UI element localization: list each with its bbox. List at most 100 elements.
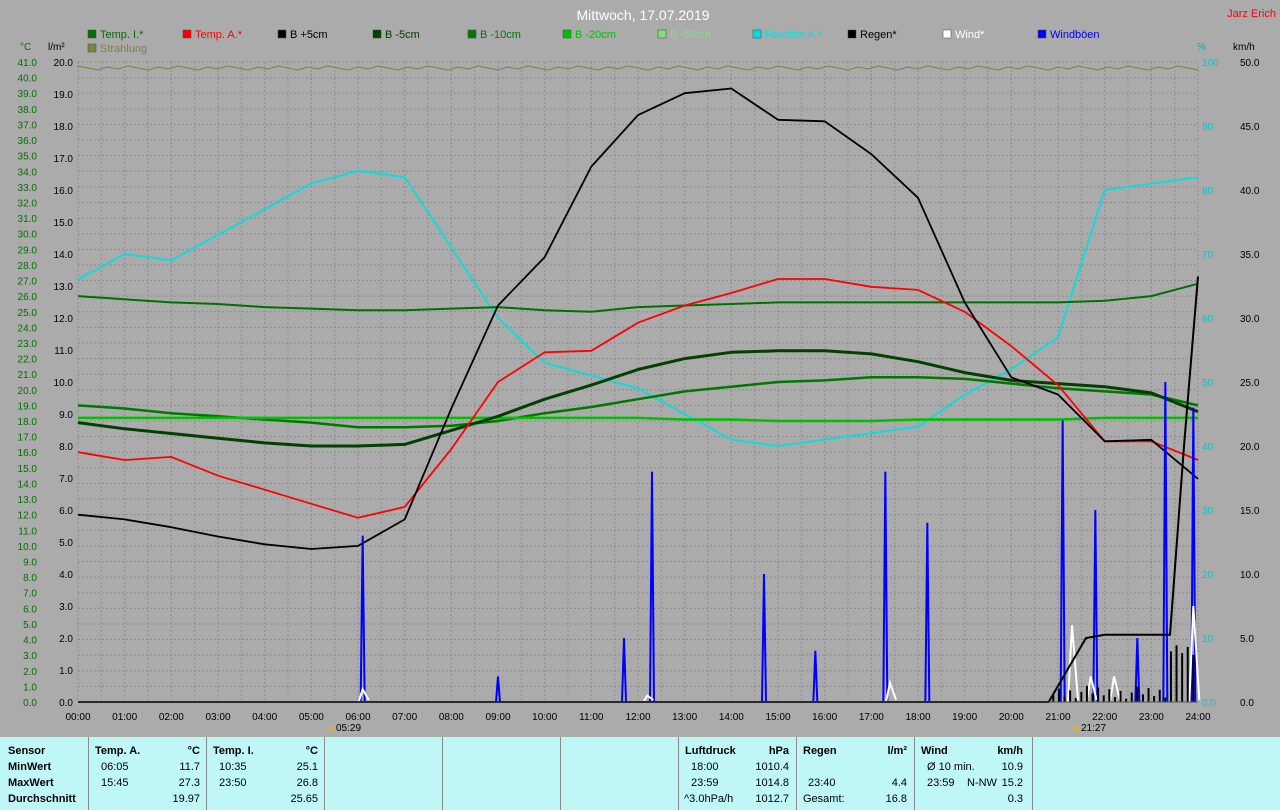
wind-tick-label: 35.0 bbox=[1240, 250, 1260, 261]
wind-tick-label: 50.0 bbox=[1240, 58, 1260, 69]
wind-tick-label: 40.0 bbox=[1240, 186, 1260, 197]
legend-label: Temp. A.* bbox=[195, 29, 243, 41]
wind-tick-label: 45.0 bbox=[1240, 122, 1260, 133]
temp-tick-label: 28.0 bbox=[18, 261, 38, 272]
legend-swatch bbox=[942, 29, 952, 39]
humidity-tick-label: 40 bbox=[1202, 442, 1214, 453]
rain-tick-label: 11.0 bbox=[54, 346, 73, 357]
temp-tick-label: 26.0 bbox=[18, 292, 38, 303]
rain-tick-label: 2.0 bbox=[59, 634, 73, 645]
temp-i-avg: 25.65 bbox=[290, 793, 318, 805]
rain-tick-label: 3.0 bbox=[59, 602, 73, 613]
row-label-max: MaxWert bbox=[8, 777, 54, 789]
legend-label: Wind* bbox=[955, 29, 985, 41]
rain-tick-label: 10.0 bbox=[54, 378, 74, 389]
temp-tick-label: 21.0 bbox=[18, 370, 38, 381]
axis-units: °C l/m² % km/h bbox=[20, 42, 1255, 53]
time-tick-label: 17:00 bbox=[859, 712, 884, 723]
wind-max-dir: N-NW bbox=[967, 777, 997, 789]
legend-label: B -5cm bbox=[385, 29, 420, 41]
time-tick-label: 14:00 bbox=[719, 712, 744, 723]
wind-unit: km/h bbox=[997, 745, 1023, 757]
temp-tick-label: 29.0 bbox=[18, 245, 38, 256]
humidity-tick-label: 60 bbox=[1202, 314, 1214, 325]
wind-tick-label: 25.0 bbox=[1240, 378, 1260, 389]
sun-markers: ☀ 05:29 ☀ 21:27 bbox=[327, 723, 1106, 735]
wind-row3: 0.3 bbox=[1007, 793, 1023, 805]
legend-label: Regen* bbox=[860, 29, 897, 41]
sunrise-icon: ☀ bbox=[327, 724, 336, 735]
wind-tick-label: 15.0 bbox=[1240, 506, 1260, 517]
temp-tick-label: 6.0 bbox=[23, 604, 37, 615]
stats-divider bbox=[560, 737, 561, 810]
stats-divider bbox=[88, 737, 89, 810]
time-tick-label: 08:00 bbox=[439, 712, 464, 723]
temp-tick-label: 15.0 bbox=[18, 464, 38, 475]
rain-tick-label: 18.0 bbox=[54, 122, 74, 133]
temp-tick-label: 40.0 bbox=[18, 74, 38, 85]
rain-tick-label: 13.0 bbox=[54, 282, 74, 293]
wind-avg-label: Ø 10 min. bbox=[927, 761, 975, 773]
time-tick-label: 04:00 bbox=[252, 712, 277, 723]
temp-i-unit: °C bbox=[305, 745, 318, 757]
rain-tick-label: 16.0 bbox=[54, 186, 74, 197]
legend-swatch bbox=[1037, 29, 1047, 39]
time-tick-label: 06:00 bbox=[345, 712, 370, 723]
pressure-header: Luftdruck bbox=[685, 745, 736, 757]
row-label-avg: Durchschnitt bbox=[8, 793, 76, 805]
temp-tick-label: 36.0 bbox=[18, 136, 38, 147]
legend-swatch bbox=[657, 29, 667, 39]
temp-tick-label: 12.0 bbox=[18, 511, 38, 522]
legend-label: Strahlung bbox=[100, 43, 147, 55]
temp-tick-label: 0.0 bbox=[23, 698, 37, 709]
stats-divider bbox=[324, 737, 325, 810]
stats-divider bbox=[796, 737, 797, 810]
temp-tick-label: 20.0 bbox=[18, 386, 38, 397]
temp-tick-label: 38.0 bbox=[18, 105, 38, 116]
humidity-tick-label: 70 bbox=[1202, 250, 1214, 261]
author-label: Jarz Erich bbox=[1227, 8, 1276, 20]
pressure-unit: hPa bbox=[768, 745, 789, 757]
rain-total-label: Gesamt: bbox=[803, 793, 845, 805]
temp-tick-label: 11.0 bbox=[18, 526, 37, 537]
time-tick-label: 22:00 bbox=[1092, 712, 1117, 723]
rain-tick-label: 8.0 bbox=[59, 442, 73, 453]
pressure-max: 1014.8 bbox=[755, 777, 789, 789]
time-tick-label: 24:00 bbox=[1185, 712, 1210, 723]
rain-tick-label: 15.0 bbox=[54, 218, 74, 229]
legend-swatch bbox=[87, 43, 97, 53]
temp-tick-label: 25.0 bbox=[18, 308, 38, 319]
rain-tick-label: 19.0 bbox=[54, 90, 74, 101]
pressure-trend-label: ^3.0hPa/h bbox=[684, 793, 734, 805]
legend-label: Temp. I.* bbox=[100, 29, 144, 41]
temp-tick-label: 1.0 bbox=[23, 682, 37, 693]
rain-unit: l/m² bbox=[887, 745, 907, 757]
rain-tick-label: 4.0 bbox=[59, 570, 73, 581]
temp-a-unit: °C bbox=[187, 745, 200, 757]
rain-tick-label: 9.0 bbox=[59, 410, 73, 421]
wind-unit-label: km/h bbox=[1233, 42, 1255, 53]
rain-total: 16.8 bbox=[885, 793, 907, 805]
time-tick-label: 11:00 bbox=[579, 712, 604, 723]
temp-tick-label: 22.0 bbox=[18, 355, 38, 366]
humidity-tick-label: 20 bbox=[1202, 570, 1214, 581]
sunset-time: 21:27 bbox=[1081, 723, 1106, 734]
legend-label: B -10cm bbox=[480, 29, 521, 41]
rain-max-time: 23:40 bbox=[808, 777, 836, 789]
time-tick-label: 05:00 bbox=[299, 712, 324, 723]
temp-i-min: 25.1 bbox=[296, 761, 318, 773]
temp-i-min-time: 10:35 bbox=[219, 761, 247, 773]
legend-swatch bbox=[182, 29, 192, 39]
legend-swatch bbox=[87, 29, 97, 39]
chart-legend: Temp. I.* Temp. A.* B +5cm B -5cm B -10cm B -… bbox=[87, 29, 1100, 55]
time-tick-label: 23:00 bbox=[1139, 712, 1164, 723]
time-tick-label: 18:00 bbox=[905, 712, 930, 723]
pressure-min: 1010.4 bbox=[755, 761, 789, 773]
temp-a-min-time: 06:05 bbox=[101, 761, 129, 773]
temp-a-header: Temp. A. bbox=[95, 745, 141, 757]
rain-unit-label: l/m² bbox=[48, 42, 65, 53]
time-tick-label: 15:00 bbox=[765, 712, 790, 723]
chart-title: Mittwoch, 17.07.2019 bbox=[576, 7, 709, 23]
time-tick-label: 13:00 bbox=[672, 712, 697, 723]
time-tick-label: 19:00 bbox=[952, 712, 977, 723]
